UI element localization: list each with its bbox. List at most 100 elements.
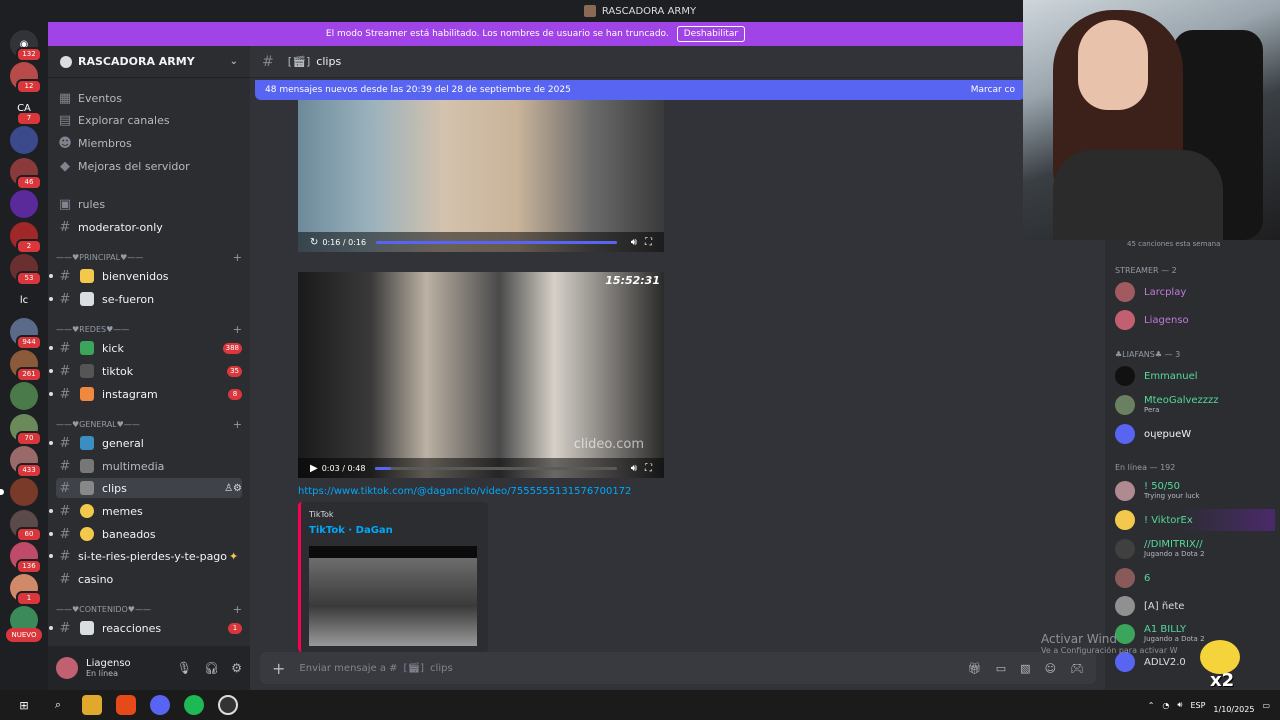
video-player-2[interactable]: 15:52:31 clideo.com ▶ 0:03 / 0:48 🔊︎ ⛶ bbox=[298, 272, 664, 478]
emoji-icon[interactable]: ☺ bbox=[1045, 662, 1056, 675]
sticker-icon[interactable]: ▧ bbox=[1020, 662, 1030, 675]
video-progress-bar[interactable] bbox=[375, 466, 617, 470]
member-group-header: ♣LIAFANS♣ — 3 bbox=[1115, 350, 1181, 359]
server-icon-5[interactable]: 2 bbox=[10, 222, 42, 254]
server-icon-12[interactable] bbox=[0, 478, 38, 506]
member-item[interactable]: 6 bbox=[1115, 567, 1275, 589]
invite-icon[interactable]: ♙⚙ bbox=[224, 483, 242, 494]
channel-se-fueron[interactable]: # se-fueron bbox=[49, 289, 242, 309]
tiktok-link[interactable]: https://www.tiktok.com/@dagancito/video/… bbox=[298, 486, 631, 497]
add-channel-icon[interactable]: + bbox=[233, 323, 242, 336]
volume-icon[interactable]: 🔊︎ bbox=[1177, 700, 1182, 710]
server-icon-1[interactable]: 12 bbox=[10, 62, 42, 94]
add-channel-icon[interactable]: + bbox=[233, 251, 242, 264]
spotify-icon[interactable] bbox=[184, 695, 204, 715]
channel-memes[interactable]: # memes bbox=[49, 501, 242, 521]
server-icon-3[interactable]: 46 bbox=[10, 158, 42, 190]
category-principal[interactable]: ——♥PRINCIPAL♥—— + bbox=[56, 250, 242, 264]
gear-icon[interactable]: ⚙ bbox=[231, 661, 242, 675]
server-icon-7[interactable]: 944 bbox=[10, 318, 42, 350]
volume-icon[interactable]: 🔊︎ bbox=[631, 463, 637, 474]
hash-icon: # bbox=[59, 340, 71, 356]
channel-instagram[interactable]: # instagram 8 bbox=[49, 384, 242, 404]
server-icon-10[interactable]: 70 bbox=[10, 414, 42, 446]
category-redes[interactable]: ——♥REDES♥—— + bbox=[56, 322, 242, 336]
add-channel-icon[interactable]: + bbox=[233, 603, 242, 616]
play-icon[interactable]: ▶ bbox=[310, 463, 318, 474]
gif-icon[interactable]: ▭ bbox=[996, 662, 1006, 675]
add-attachment-icon[interactable]: + bbox=[272, 659, 285, 678]
server-icon-13[interactable]: 60 bbox=[10, 510, 42, 542]
channel-moderator-only[interactable]: # moderator-only bbox=[56, 217, 242, 237]
microphone-icon[interactable]: 🎙︎ bbox=[177, 661, 192, 675]
server-icon-2[interactable] bbox=[10, 126, 38, 154]
member-item[interactable]: Liagenso bbox=[1115, 309, 1275, 331]
server-icon-11[interactable]: 433 bbox=[10, 446, 42, 478]
channel-si-te-ries[interactable]: # si-te-ries-pierdes-y-te-pago ✦ bbox=[49, 546, 242, 566]
category-general[interactable]: ——♥GENERAL♥—— + bbox=[56, 417, 242, 431]
member-item[interactable]: Emmanuel bbox=[1115, 365, 1275, 387]
channel-tiktok[interactable]: # tiktok 35 bbox=[49, 361, 242, 381]
member-item[interactable]: ! ViktorEx bbox=[1115, 509, 1275, 531]
server-icon-4[interactable] bbox=[10, 190, 38, 218]
member-item[interactable]: //DIMITRIX//Jugando a Dota 2 bbox=[1115, 538, 1275, 560]
server-icon-15[interactable]: 1 bbox=[10, 574, 42, 606]
member-item[interactable]: [A] ñete bbox=[1115, 595, 1275, 617]
server-icon-14[interactable]: 136 bbox=[10, 542, 42, 574]
embed-title[interactable]: TikTok · DaGan bbox=[309, 525, 480, 536]
channel-general[interactable]: # general bbox=[49, 433, 242, 453]
server-icon-6[interactable]: 53 bbox=[10, 254, 42, 286]
channel-rules[interactable]: ▣ rules bbox=[56, 194, 242, 214]
disable-streamer-button[interactable]: Deshabilitar bbox=[676, 26, 746, 42]
channel-clips[interactable]: # clips ♙⚙ bbox=[56, 478, 242, 498]
server-icon-lc[interactable]: lc bbox=[10, 286, 38, 314]
avatar[interactable] bbox=[56, 657, 78, 679]
embed-thumbnail[interactable] bbox=[309, 546, 477, 646]
clock[interactable]: 1/10/2025 bbox=[1213, 695, 1254, 715]
sidebar-item-boosts[interactable]: ◆ Mejoras del servidor bbox=[56, 156, 242, 176]
member-item[interactable]: MteoGalvezzzz Pera bbox=[1115, 394, 1275, 416]
windows-start-icon[interactable]: ⊞ bbox=[14, 695, 34, 715]
network-icon[interactable]: ◔ bbox=[1162, 701, 1169, 710]
new-unreads-pill[interactable]: NUEVO bbox=[6, 628, 42, 642]
server-icon-9[interactable] bbox=[10, 382, 38, 410]
mark-read-button[interactable]: Marcar co bbox=[971, 85, 1015, 95]
replay-icon[interactable]: ↻ bbox=[310, 237, 318, 248]
gift-icon[interactable]: 🎁︎ bbox=[968, 662, 982, 675]
new-messages-bar[interactable]: 48 mensajes nuevos desde las 20:39 del 2… bbox=[255, 80, 1025, 100]
channel-baneados[interactable]: # baneados bbox=[49, 524, 242, 544]
notification-icon[interactable]: ▭ bbox=[1262, 701, 1270, 710]
sidebar-item-browse-channels[interactable]: ▤ Explorar canales bbox=[56, 110, 242, 130]
tray-chevron-icon[interactable]: ⌃ bbox=[1148, 701, 1155, 710]
fullscreen-icon[interactable]: ⛶ bbox=[645, 463, 652, 474]
headphones-icon[interactable]: 🎧︎ bbox=[204, 661, 219, 675]
apps-icon[interactable]: 🎮︎ bbox=[1070, 662, 1084, 675]
member-item[interactable]: Larcplay bbox=[1115, 281, 1275, 303]
search-icon[interactable]: ⌕ bbox=[48, 695, 68, 715]
server-header[interactable]: RASCADORA ARMY ⌄ bbox=[48, 46, 250, 78]
sidebar-item-events[interactable]: ▦ Eventos bbox=[56, 88, 242, 108]
channel-kick[interactable]: # kick 388 bbox=[49, 338, 242, 358]
discord-taskbar-icon[interactable] bbox=[150, 695, 170, 715]
fullscreen-icon[interactable]: ⛶ bbox=[645, 237, 652, 248]
direct-messages-button[interactable]: ◉ 132 bbox=[10, 30, 42, 62]
category-contenido[interactable]: ——♥CONTENIDO♥—— + bbox=[56, 602, 242, 616]
obs-icon[interactable] bbox=[218, 695, 238, 715]
sidebar-item-members[interactable]: ☻ Miembros bbox=[56, 133, 242, 153]
video-player-1[interactable]: ↻ 0:16 / 0:16 🔊︎ ⛶ bbox=[298, 100, 664, 252]
language-indicator[interactable]: ESP bbox=[1190, 701, 1205, 710]
brave-browser-icon[interactable] bbox=[116, 695, 136, 715]
member-item[interactable]: ! 50/50 Trying your luck bbox=[1115, 480, 1275, 502]
server-icon-8[interactable]: 261 bbox=[10, 350, 42, 382]
add-channel-icon[interactable]: + bbox=[233, 418, 242, 431]
member-item[interactable]: oɥɐpueW bbox=[1115, 423, 1275, 445]
channel-bienvenidos[interactable]: # bienvenidos bbox=[49, 266, 242, 286]
channel-casino[interactable]: # casino bbox=[56, 569, 242, 589]
channel-multimedia[interactable]: # multimedia bbox=[56, 456, 242, 476]
video-progress-bar[interactable] bbox=[376, 240, 617, 244]
volume-icon[interactable]: 🔊︎ bbox=[631, 237, 637, 248]
server-folder-ca[interactable]: CA 7 bbox=[10, 94, 42, 126]
file-explorer-icon[interactable] bbox=[82, 695, 102, 715]
message-composer[interactable]: + Enviar mensaje a # [🎬︎] clips 🎁︎ ▭ ▧ ☺… bbox=[260, 652, 1096, 684]
channel-reacciones[interactable]: # reacciones 1 bbox=[49, 618, 242, 638]
